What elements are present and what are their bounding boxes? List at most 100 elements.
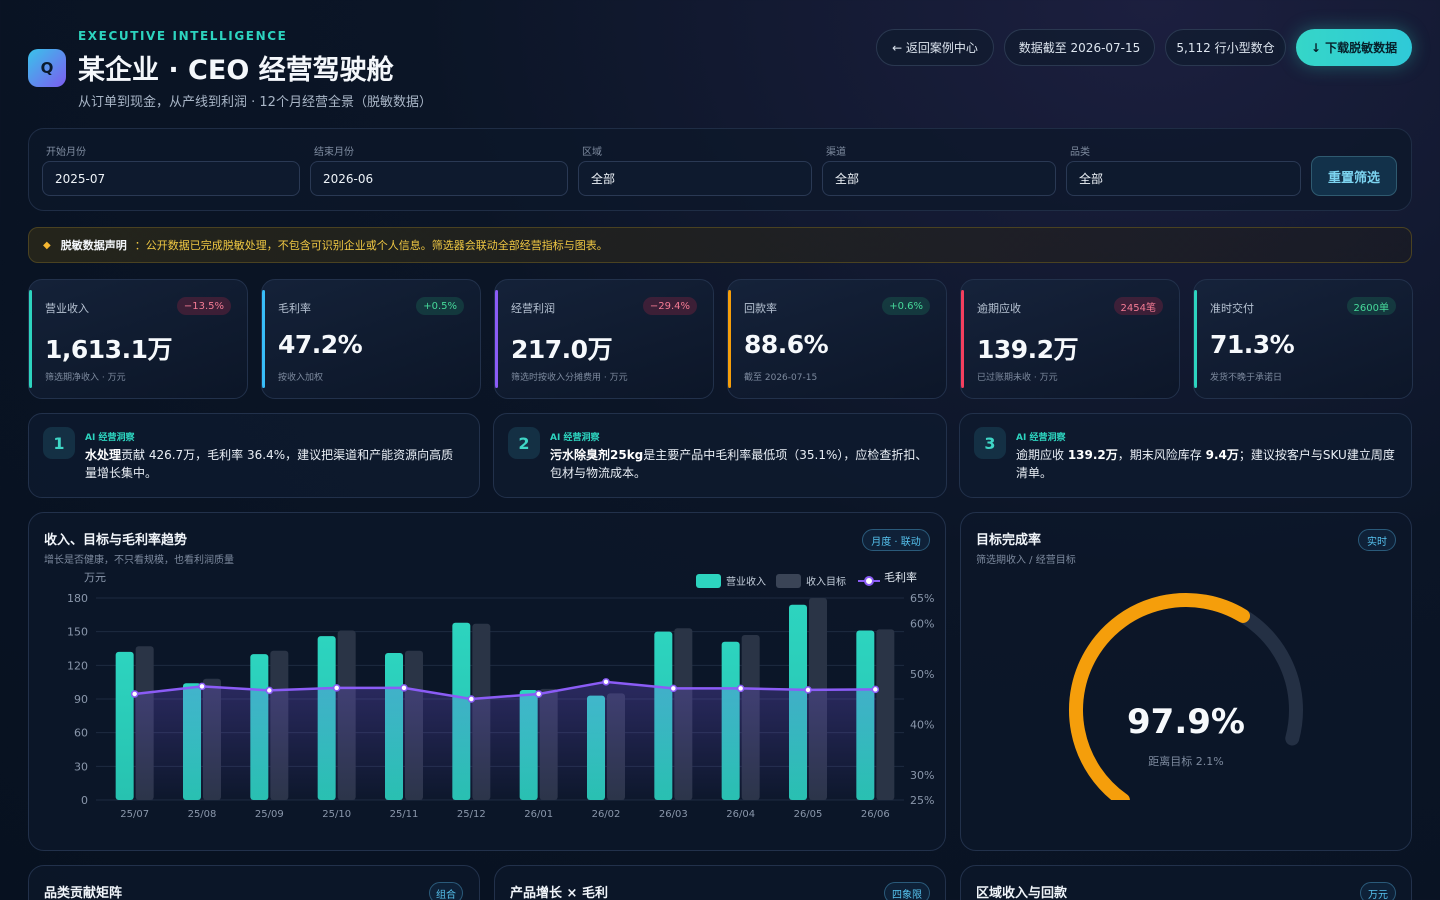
download-data-button[interactable]: ↓ 下载脱敏数据 [1296, 29, 1412, 66]
kpi-label: 逾期应收 [977, 302, 1021, 315]
back-to-cases-button[interactable]: ← 返回案例中心 [876, 29, 994, 66]
gauge-subtitle: 筛选期收入 / 经营目标 [976, 555, 1076, 566]
legend-revenue-swatch [696, 574, 721, 588]
kpi-note: 筛选期净收入 · 万元 [45, 373, 126, 383]
kpi-note: 已过账期未收 · 万元 [977, 373, 1058, 383]
end-month-input[interactable]: 2026-06 [310, 161, 568, 196]
gauge-title: 目标完成率 [976, 533, 1042, 548]
x-tick-label: 25/12 [457, 809, 486, 820]
kpi-card[interactable]: 营业收入 −13.5% 1,613.1万 筛选期净收入 · 万元 [28, 279, 248, 399]
kpi-label: 回款率 [744, 302, 777, 315]
insight-highlight: 139.2万 [1067, 448, 1118, 462]
kpi-card[interactable]: 回款率 +0.6% 88.6% 截至 2026-07-15 [727, 279, 947, 399]
kpi-value: 71.3% [1210, 330, 1295, 359]
end-month-label: 结束月份 [314, 147, 354, 158]
insight-card: 2 AI 经营洞察 污水除臭剂25kg是主要产品中毛利率最低项（35.1%），应检查… [493, 413, 947, 498]
product-quadrant-tag[interactable]: 四象限 [884, 882, 930, 900]
region-select[interactable]: 全部 [578, 161, 812, 196]
margin-point [198, 682, 206, 691]
app-logo: Q [28, 49, 66, 87]
kpi-change-badge: +0.6% [882, 297, 930, 315]
x-tick-label: 26/01 [524, 809, 553, 820]
kpi-note: 发货不晚于承诺日 [1210, 373, 1283, 383]
margin-point [130, 690, 139, 698]
insight-card: 3 AI 经营洞察 逾期应收 139.2万，期末风险库存 9.4万；建议按客户与SK… [959, 413, 1412, 498]
x-tick-label: 25/11 [390, 809, 419, 820]
y-tick-label: 120 [67, 659, 88, 672]
y-axis-unit: 万元 [84, 571, 106, 584]
data-notice: ◆ 脱敏数据声明 ：公开数据已完成脱敏处理，不包含可识别企业或个人信息。筛选器会… [28, 227, 1412, 263]
x-tick-label: 25/09 [255, 809, 284, 820]
kpi-value: 217.0万 [511, 335, 613, 364]
y2-tick-label: 25% [910, 794, 934, 807]
kpi-value: 139.2万 [977, 335, 1079, 364]
records-badge: 5,112 行小型数仓 [1165, 29, 1286, 66]
kpi-value: 1,613.1万 [45, 335, 172, 364]
insight-tag: AI 经营洞察 [1016, 433, 1066, 443]
gauge-tag[interactable]: 实时 [1358, 529, 1396, 551]
trend-chart-title: 收入、目标与毛利率趋势 [44, 533, 188, 548]
start-month-input[interactable]: 2025-07 [42, 161, 300, 196]
y2-tick-label: 40% [910, 718, 934, 731]
kpi-label: 毛利率 [278, 302, 311, 315]
channel-select[interactable]: 全部 [822, 161, 1056, 196]
y2-tick-label: 30% [910, 769, 934, 782]
kpi-accent-bar [262, 290, 265, 388]
margin-area [134, 681, 876, 800]
x-tick-label: 25/08 [188, 809, 217, 820]
margin-point [265, 686, 274, 695]
category-select[interactable]: 全部 [1066, 161, 1301, 196]
category-matrix-title: 品类贡献矩阵 [44, 886, 123, 900]
x-tick-label: 25/10 [322, 809, 351, 820]
x-tick-label: 26/06 [861, 809, 890, 820]
legend-target-label: 收入目标 [806, 575, 846, 588]
kpi-change-badge: +0.5% [416, 297, 464, 315]
kpi-label: 经营利润 [511, 302, 555, 315]
x-tick-label: 26/02 [592, 809, 621, 820]
y2-tick-label: 65% [910, 592, 934, 605]
gauge-fill [1069, 593, 1251, 800]
margin-point [669, 684, 678, 693]
kpi-card[interactable]: 准时交付 2600单 71.3% 发货不晚于承诺日 [1193, 279, 1413, 399]
kpi-change-badge: 2600单 [1346, 297, 1396, 315]
region-revenue-tag[interactable]: 万元 [1360, 882, 1396, 900]
trend-chart-tag[interactable]: 月度 · 联动 [862, 529, 930, 551]
insight-tag: AI 经营洞察 [550, 433, 600, 443]
reset-filters-button[interactable]: 重置筛选 [1311, 156, 1397, 196]
region-label: 区域 [582, 147, 602, 158]
kpi-card[interactable]: 经营利润 −29.4% 217.0万 筛选时按收入分摊费用 · 万元 [494, 279, 714, 399]
category-label: 品类 [1070, 147, 1090, 158]
margin-point [467, 695, 476, 703]
y-tick-label: 0 [81, 794, 88, 807]
margin-point [871, 685, 880, 694]
y2-tick-label: 50% [910, 668, 934, 681]
x-tick-label: 26/04 [726, 809, 755, 820]
y2-tick-label: 60% [910, 617, 934, 630]
target-bar [876, 629, 895, 800]
gauge-value: 97.9% [1127, 702, 1245, 742]
kpi-card[interactable]: 逾期应收 2454笔 139.2万 已过账期未收 · 万元 [960, 279, 1180, 399]
legend-margin-label: 毛利率 [884, 570, 917, 584]
kpi-note: 筛选时按收入分摊费用 · 万元 [511, 373, 628, 383]
data-date-badge: 数据截至 2026-07-15 [1004, 29, 1155, 66]
insight-highlight: 水处理 [85, 448, 122, 462]
kpi-accent-bar [495, 290, 498, 388]
insight-tag: AI 经营洞察 [85, 433, 135, 443]
region-revenue-title: 区域收入与回款 [976, 886, 1068, 900]
trend-chart: 万元 0 30 60 90 120 150 180 25% 30% 40% 50% 60% 65% 25/0… [67, 570, 934, 820]
kpi-note: 按收入加权 [278, 373, 324, 383]
gauge-note: 距离目标 2.1% [1148, 755, 1224, 768]
start-month-label: 开始月份 [46, 147, 86, 158]
page-title: 某企业 · CEO 经营驾驶舱 [78, 55, 394, 86]
margin-point [736, 684, 745, 693]
margin-point [602, 678, 610, 686]
y-tick-label: 90 [74, 693, 88, 706]
category-matrix-tag[interactable]: 组合 [429, 882, 463, 900]
logo-letter: Q [40, 59, 54, 77]
kpi-label: 营业收入 [45, 302, 89, 315]
legend-revenue-label: 营业收入 [726, 575, 766, 588]
y-tick-label: 60 [74, 727, 88, 740]
insight-number: 3 [974, 427, 1006, 459]
legend-margin-dot [864, 576, 874, 586]
kpi-card[interactable]: 毛利率 +0.5% 47.2% 按收入加权 [261, 279, 481, 399]
